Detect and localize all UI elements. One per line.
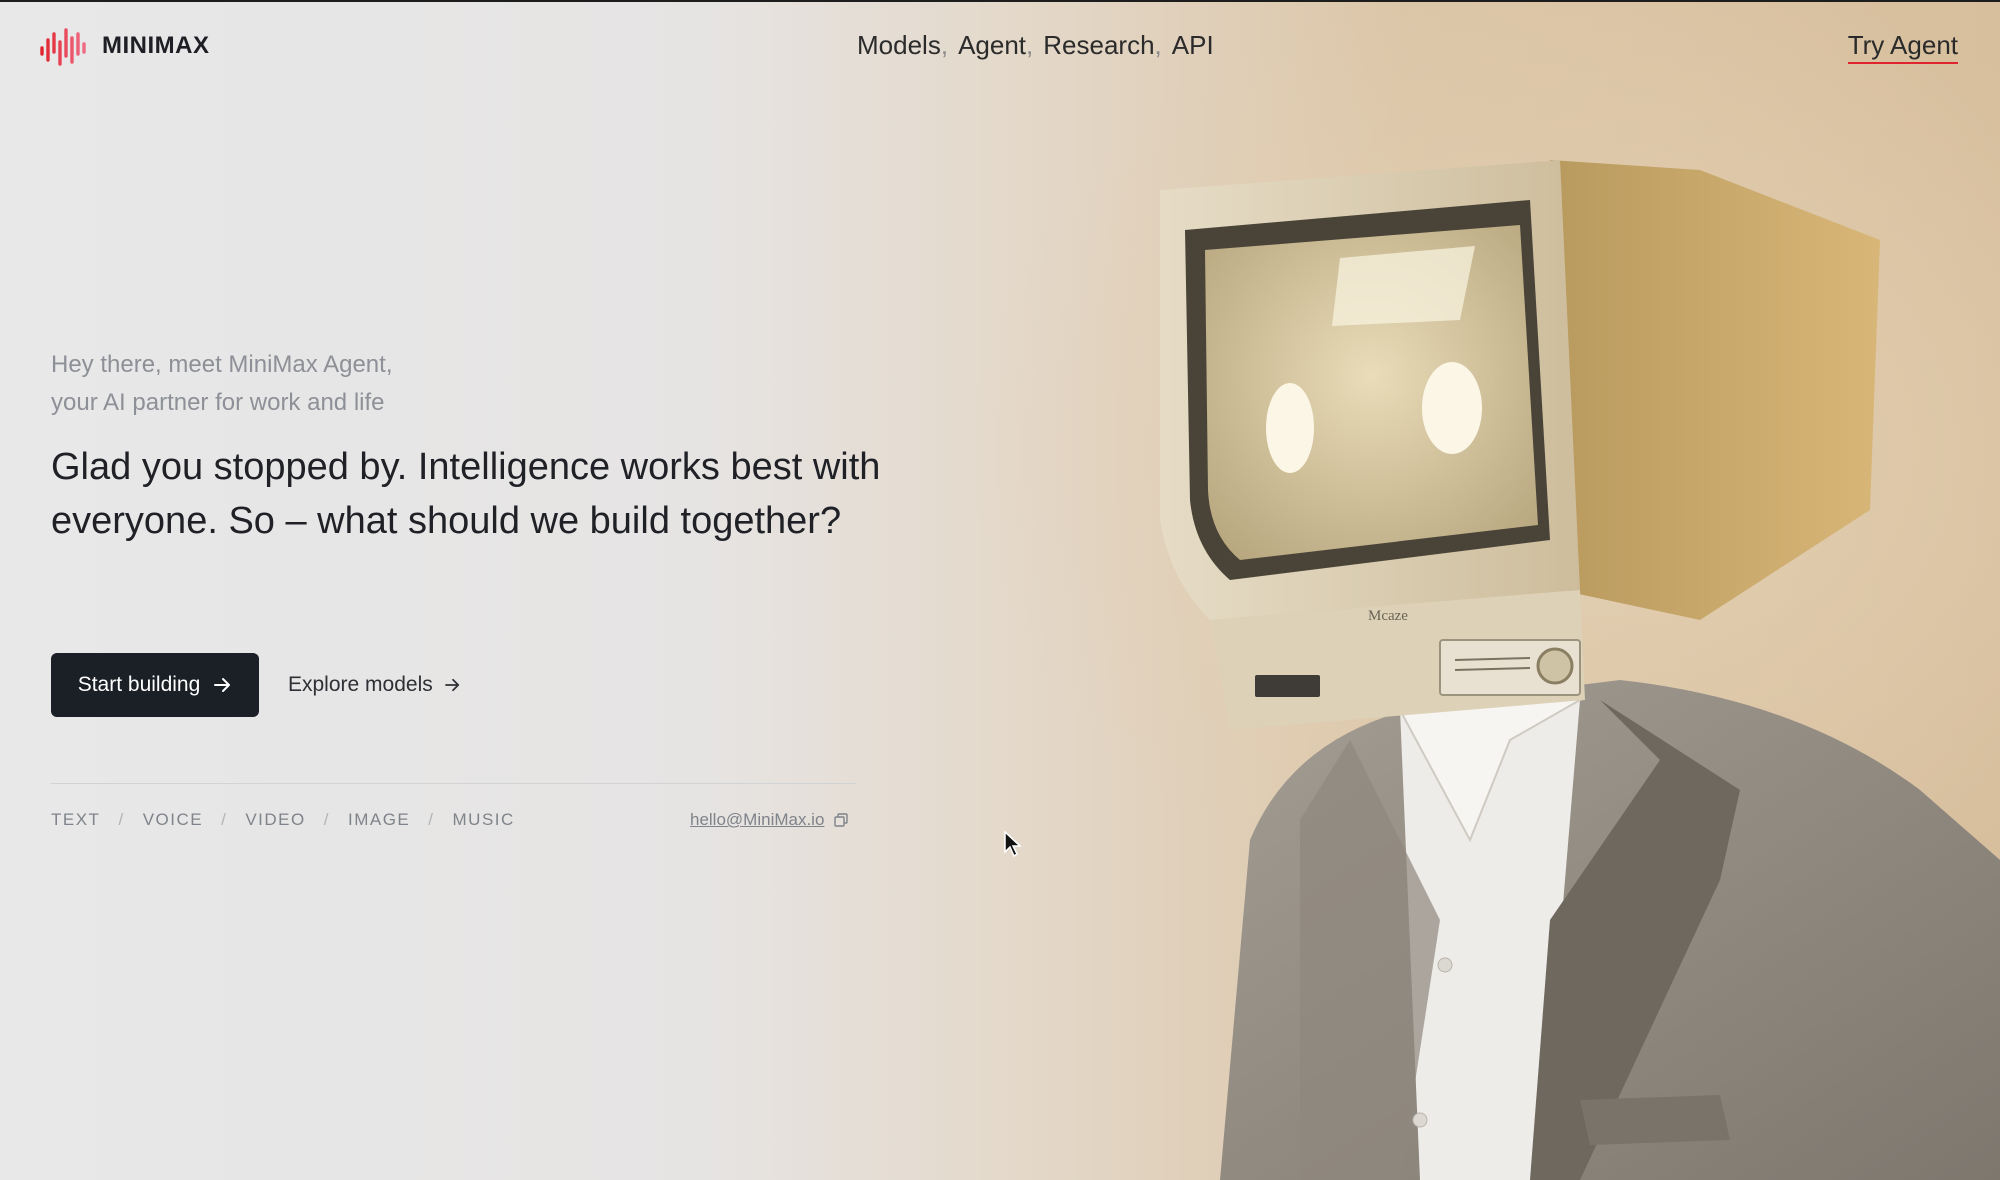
modality-voice: VOICE [142,810,204,829]
modality-list: TEXT / VOICE / VIDEO / IMAGE / MUSIC [51,810,515,830]
arrow-right-icon [444,678,459,692]
modality-separator: / [323,810,330,829]
monitor-side [1550,160,1880,620]
modality-music: MUSIC [452,810,515,829]
brand-logo[interactable]: MINIMAX [40,26,210,66]
nav-item-research[interactable]: Research [1043,30,1154,61]
drive-slot [1255,675,1320,697]
start-building-button[interactable]: Start building [51,653,259,717]
start-building-label: Start building [77,673,201,696]
modality-video: VIDEO [245,810,306,829]
control-knob [1536,647,1574,685]
contact-email[interactable]: hello@MiniMax.io [690,810,849,830]
right-eye [1422,362,1482,454]
screen-glare [1332,246,1475,326]
nav-item-api[interactable]: API [1172,30,1214,61]
modality-separator: / [428,810,435,829]
try-agent-link[interactable]: Try Agent [1847,30,1958,64]
nav-item-models[interactable]: Models [857,30,941,61]
modality-image: IMAGE [347,810,411,829]
explore-models-label: Explore models [288,673,433,696]
jacket-pocket [1580,1095,1730,1145]
nav-separator: , [940,30,949,60]
intro-line: your AI partner for work and life [51,389,385,416]
top-border [0,0,2000,2]
nav-item-agent[interactable]: Agent [958,30,1026,61]
nav-separator: , [1154,30,1162,60]
shirt-button [1412,1112,1428,1128]
brand-name: MINIMAX [102,32,210,59]
arrow-right-icon [214,678,231,692]
main-nav: Models, Agent, Research, API [857,30,1214,61]
modality-separator: / [118,810,125,829]
email-link[interactable]: hello@MiniMax.io [690,810,824,830]
intro-line: Hey there, meet MiniMax Agent, [51,351,393,378]
shirt-button [1437,957,1453,973]
left-eye [1266,383,1314,473]
hero-divider [51,783,856,784]
copy-icon[interactable] [834,813,849,827]
explore-models-link[interactable]: Explore models [288,653,461,717]
hero-headline: Glad you stopped by. Intelligence works … [51,446,881,542]
nav-separator: , [1026,30,1034,60]
mouse-cursor-icon [1004,830,1022,858]
monitor-head-illustration: Mcaze [1160,160,2000,1180]
waveform-logo-icon [40,28,86,66]
hero-intro: Hey there, meet MiniMax Agent, your AI p… [51,346,392,422]
modality-text: TEXT [51,810,101,829]
modality-separator: / [221,810,228,829]
monitor-brand-label: Mcaze [1368,608,1408,624]
